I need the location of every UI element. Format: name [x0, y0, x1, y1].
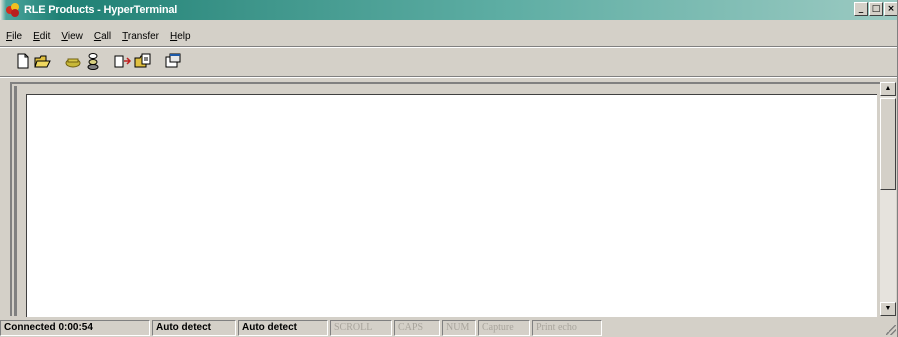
status-bar: Connected 0:00:54 Auto detect Auto detec… — [0, 318, 897, 337]
toolbar-separator — [0, 76, 897, 78]
toolbar — [14, 51, 184, 71]
status-auto-detect-2: Auto detect — [238, 319, 328, 336]
resize-grip[interactable] — [886, 325, 896, 335]
terminal-screen[interactable] — [26, 94, 877, 317]
status-scroll-lock: SCROLL — [330, 319, 392, 336]
status-auto-detect-1: Auto detect — [152, 319, 236, 336]
menu-separator — [0, 46, 897, 48]
minimize-button[interactable]: _ — [854, 2, 868, 16]
open-icon — [34, 55, 51, 68]
menu-view[interactable]: View — [61, 30, 83, 44]
maximize-button[interactable]: □ — [869, 2, 883, 16]
menu-edit[interactable]: Edit — [33, 30, 50, 44]
status-capture: Capture — [478, 319, 530, 336]
vertical-scrollbar[interactable]: ▲ ▼ — [880, 82, 896, 316]
window-title: RLE Products - HyperTerminal — [24, 4, 178, 16]
new-connection-button[interactable] — [14, 52, 32, 70]
send-icon — [114, 55, 132, 68]
scroll-thumb[interactable] — [880, 98, 896, 190]
terminal-left-border — [14, 86, 17, 316]
disconnect-button[interactable] — [84, 52, 102, 70]
status-print-echo: Print echo — [532, 319, 602, 336]
menu-help[interactable]: Help — [170, 30, 191, 44]
new-icon — [17, 53, 29, 69]
menu-call[interactable]: Call — [94, 30, 111, 44]
receive-file-button[interactable] — [134, 52, 152, 70]
disconnect-icon — [87, 53, 99, 70]
hyperterminal-window: RLE Products - HyperTerminal _ □ × File … — [0, 0, 898, 337]
title-bar[interactable]: RLE Products - HyperTerminal _ □ × — [0, 0, 897, 20]
scroll-up-button[interactable]: ▲ — [880, 82, 896, 96]
status-connection-time: Connected 0:00:54 — [0, 319, 150, 336]
hyperterminal-app-icon[interactable] — [6, 3, 20, 17]
menu-file[interactable]: File — [6, 30, 22, 44]
close-button[interactable]: × — [884, 2, 897, 16]
status-caps-lock: CAPS — [394, 319, 440, 336]
call-button[interactable] — [64, 52, 82, 70]
menu-bar: File Edit View Call Transfer Help — [0, 30, 202, 44]
menu-transfer[interactable]: Transfer — [122, 30, 159, 44]
properties-icon — [165, 53, 181, 68]
connect-icon — [65, 58, 81, 68]
window-controls: _ □ × — [854, 2, 897, 16]
scroll-down-button[interactable]: ▼ — [880, 302, 896, 316]
properties-button[interactable] — [164, 52, 182, 70]
send-file-button[interactable] — [114, 52, 132, 70]
open-button[interactable] — [34, 52, 52, 70]
receive-icon — [134, 53, 151, 68]
status-num-lock: NUM — [442, 319, 476, 336]
